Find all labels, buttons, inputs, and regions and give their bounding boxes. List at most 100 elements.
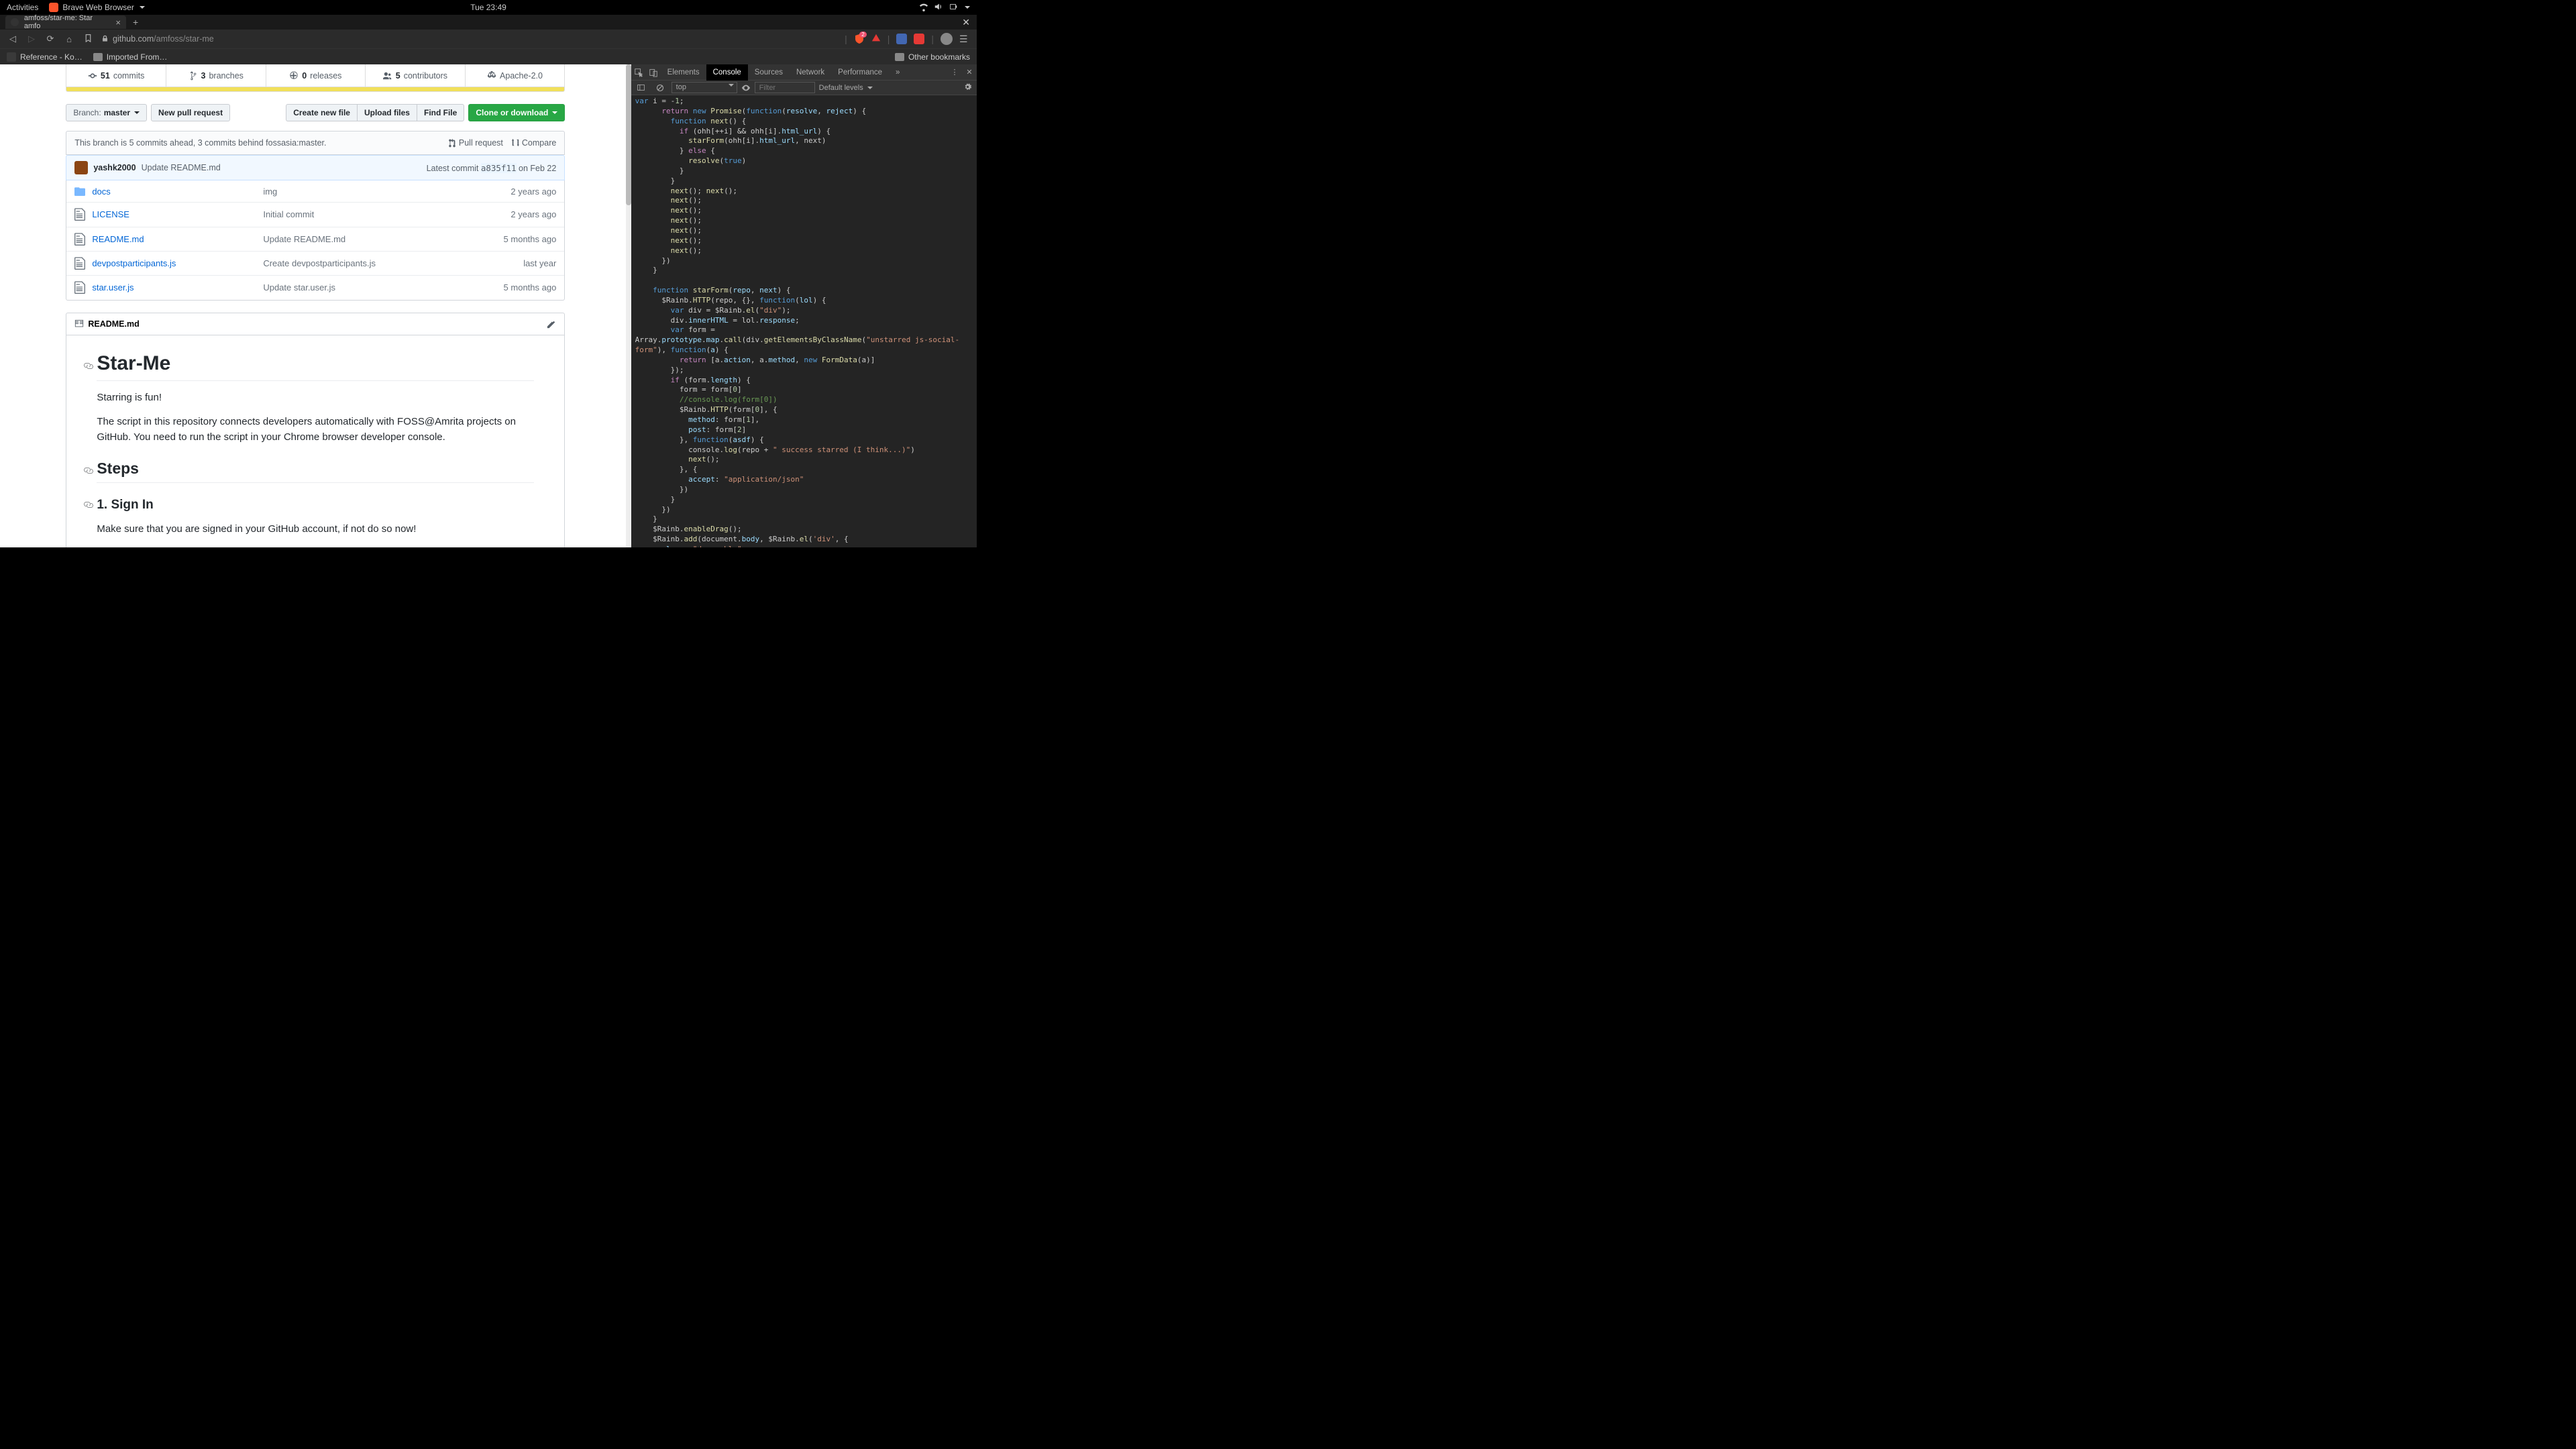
browser-tab[interactable]: amfoss/star-me: Star amfo × — [5, 15, 126, 29]
live-expression-button[interactable] — [741, 83, 751, 93]
edit-icon[interactable] — [547, 319, 556, 329]
language-bar[interactable] — [66, 87, 565, 92]
chevron-down-icon — [134, 111, 140, 114]
contributors-link[interactable]: 5 contributors — [366, 64, 466, 87]
find-file-button[interactable]: Find File — [417, 104, 464, 121]
brave-rewards-icon[interactable] — [871, 34, 881, 45]
console-settings-button[interactable] — [961, 83, 974, 93]
create-file-button[interactable]: Create new file — [286, 104, 357, 121]
extension-icon[interactable] — [914, 34, 924, 44]
file-row: devpostparticipants.jsCreate devpostpart… — [66, 252, 564, 276]
clock[interactable]: Tue 23:49 — [470, 3, 506, 12]
file-commit-msg[interactable]: Update star.user.js — [263, 282, 503, 292]
new-pr-button[interactable]: New pull request — [151, 104, 230, 121]
file-commit-msg[interactable]: Update README.md — [263, 234, 503, 244]
window-close-button[interactable]: ✕ — [962, 17, 970, 28]
browser-toolbar: ◁ ▷ ⟳ ⌂ github.com/amfoss/star-me | 2 | … — [0, 30, 977, 48]
clear-console-button[interactable] — [653, 80, 667, 95]
file-name-link[interactable]: devpostparticipants.js — [92, 258, 263, 268]
new-tab-button[interactable]: + — [133, 17, 138, 28]
repo-stats-bar: 51 commits 3 branches 0 releases 5 contr… — [66, 64, 565, 87]
browser-tab-strip: amfoss/star-me: Star amfo × + ✕ — [0, 15, 977, 30]
other-bookmarks-button[interactable]: Other bookmarks — [895, 52, 970, 62]
file-commit-msg[interactable]: Initial commit — [263, 209, 511, 219]
bookmark-item[interactable]: Reference - Ko… — [7, 52, 83, 62]
file-commit-msg[interactable]: img — [263, 186, 511, 197]
branches-link[interactable]: 3 branches — [166, 64, 266, 87]
compare-link[interactable]: Compare — [511, 138, 556, 148]
file-name-link[interactable]: star.user.js — [92, 282, 263, 292]
chevron-down-icon — [965, 6, 970, 9]
clone-button[interactable]: Clone or download — [468, 104, 565, 121]
devtools-tab-elements[interactable]: Elements — [661, 64, 706, 80]
address-bar[interactable]: github.com/amfoss/star-me — [101, 34, 838, 44]
license-link[interactable]: Apache-2.0 — [466, 64, 565, 87]
brave-shields-button[interactable]: 2 — [854, 34, 865, 44]
console-filter-input[interactable] — [755, 82, 815, 93]
forward-button: ▷ — [25, 34, 38, 44]
status-area[interactable] — [919, 2, 970, 13]
home-button[interactable]: ⌂ — [63, 34, 75, 44]
close-icon[interactable]: × — [115, 17, 121, 28]
console-sidebar-toggle[interactable] — [634, 80, 649, 95]
file-name-link[interactable]: docs — [92, 186, 263, 197]
profile-avatar[interactable] — [941, 33, 953, 45]
shield-badge: 2 — [859, 32, 866, 38]
log-levels-selector[interactable]: Default levels — [819, 84, 873, 92]
folder-icon — [895, 53, 904, 61]
file-row: docsimg2 years ago — [66, 180, 564, 203]
inspect-element-button[interactable] — [631, 65, 646, 80]
commit-message-link[interactable]: Update README.md — [142, 163, 221, 172]
file-time: 2 years ago — [511, 186, 556, 197]
back-button[interactable]: ◁ — [7, 34, 19, 44]
readme-paragraph: Make sure that you are signed in your Gi… — [97, 522, 534, 537]
lock-icon — [101, 35, 109, 43]
activities-button[interactable]: Activities — [7, 3, 38, 12]
link-icon — [83, 500, 94, 511]
bookmark-favicon-icon — [7, 52, 16, 62]
readme-h2: Steps — [97, 460, 139, 477]
releases-link[interactable]: 0 releases — [266, 64, 366, 87]
devtools-tab-console[interactable]: Console — [706, 64, 748, 80]
devtools-tabs: ElementsConsoleSourcesNetworkPerformance… — [631, 64, 977, 80]
url-path: /amfoss/star-me — [154, 34, 214, 44]
devtools-tab-sources[interactable]: Sources — [748, 64, 790, 80]
devtools-menu-button[interactable]: ⋮ — [947, 65, 962, 80]
file-time: 5 months ago — [504, 234, 557, 244]
console-toolbar: top Default levels — [631, 80, 977, 95]
link-icon — [83, 361, 94, 372]
commit-author-link[interactable]: yashk2000 — [93, 163, 136, 172]
brave-logo-icon — [49, 3, 58, 12]
file-commit-msg[interactable]: Create devpostparticipants.js — [263, 258, 523, 268]
app-menu[interactable]: Brave Web Browser — [49, 3, 144, 12]
upload-files-button[interactable]: Upload files — [357, 104, 417, 121]
devtools-close-button[interactable]: ✕ — [962, 65, 977, 80]
tab-title: amfoss/star-me: Star amfo — [24, 14, 111, 30]
file-time: 5 months ago — [504, 282, 557, 292]
device-toolbar-button[interactable] — [646, 65, 661, 80]
file-name-link[interactable]: README.md — [92, 234, 263, 244]
execution-context-selector[interactable]: top — [672, 82, 737, 93]
devtools-tab-performance[interactable]: Performance — [831, 64, 889, 80]
bookmark-button[interactable] — [82, 34, 94, 44]
commits-link[interactable]: 51 commits — [66, 64, 166, 87]
devtools-panel: ElementsConsoleSourcesNetworkPerformance… — [631, 64, 977, 547]
branch-selector[interactable]: Branch: master — [66, 104, 147, 121]
pull-request-link[interactable]: Pull request — [448, 138, 503, 148]
commit-author-avatar[interactable] — [74, 161, 88, 174]
volume-icon — [934, 2, 943, 13]
extension-icon[interactable] — [896, 34, 907, 44]
devtools-tab-network[interactable]: Network — [790, 64, 831, 80]
commit-sha-link[interactable]: a835f11 — [481, 163, 517, 173]
file-icon — [74, 207, 85, 221]
console-output[interactable]: var i = -1; return new Promise(function(… — [631, 95, 977, 547]
reload-button[interactable]: ⟳ — [44, 34, 56, 44]
bookmarks-bar: Reference - Ko… Imported From… Other boo… — [0, 48, 977, 64]
scrollbar-thumb[interactable] — [626, 64, 631, 205]
bookmark-folder[interactable]: Imported From… — [93, 52, 168, 62]
devtools-tab-more[interactable]: » — [889, 64, 906, 80]
wifi-icon — [919, 2, 928, 13]
main-menu-button[interactable]: ☰ — [959, 34, 970, 45]
file-icon — [74, 256, 85, 270]
file-name-link[interactable]: LICENSE — [92, 209, 263, 219]
